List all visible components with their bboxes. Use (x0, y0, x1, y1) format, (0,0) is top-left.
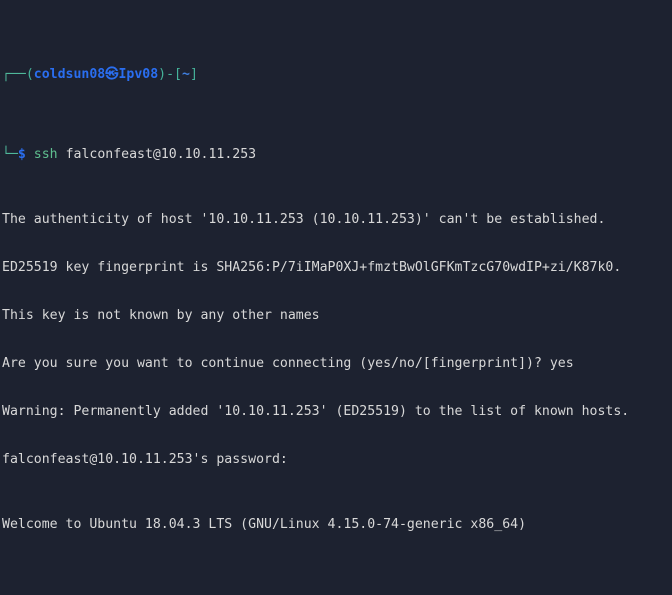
prompt-frame-bottom: └─ (2, 147, 18, 163)
ssh-authenticity-line: The authenticity of host '10.10.11.253 (… (2, 211, 606, 227)
ssh-warning-known-hosts-line: Warning: Permanently added '10.10.11.253… (2, 404, 630, 420)
prompt-bracket-open: [ (174, 67, 182, 83)
terminal-window[interactable]: ┌──(coldsun08㉿Ipv08)-[~] └─$ ssh falconf… (0, 0, 672, 595)
ssh-command-args: falconfeast@10.10.11.253 (57, 147, 257, 163)
ssh-command-name: ssh (33, 147, 58, 163)
kali-prompt-top-line: ┌──(coldsun08㉿Ipv08)-[~] (2, 67, 672, 83)
kali-prompt-command-line: └─$ ssh falconfeast@10.10.11.253 (2, 147, 672, 163)
ssh-key-unknown-line: This key is not known by any other names (2, 307, 320, 323)
ssh-continue-prompt-line: Are you sure you want to continue connec… (2, 356, 574, 372)
ssh-password-prompt-line: falconfeast@10.10.11.253's password: (2, 452, 288, 468)
prompt-hostname: Ipv08 (118, 67, 159, 83)
prompt-dash: - (166, 67, 175, 83)
prompt-close-paren: ) (158, 67, 167, 83)
prompt-cwd: ~ (182, 67, 190, 83)
prompt-dollar-sign: $ (17, 147, 26, 163)
ssh-fingerprint-line: ED25519 key fingerprint is SHA256:P/7iIM… (2, 259, 622, 275)
kali-circle-icon: ㉿ (105, 67, 119, 83)
prompt-bracket-close: ] (189, 67, 198, 83)
prompt-open-paren: ( (25, 67, 34, 83)
prompt-username: coldsun08 (33, 67, 106, 83)
motd-welcome-line: Welcome to Ubuntu 18.04.3 LTS (GNU/Linux… (2, 516, 527, 532)
prompt-frame-top: ┌── (2, 67, 26, 83)
